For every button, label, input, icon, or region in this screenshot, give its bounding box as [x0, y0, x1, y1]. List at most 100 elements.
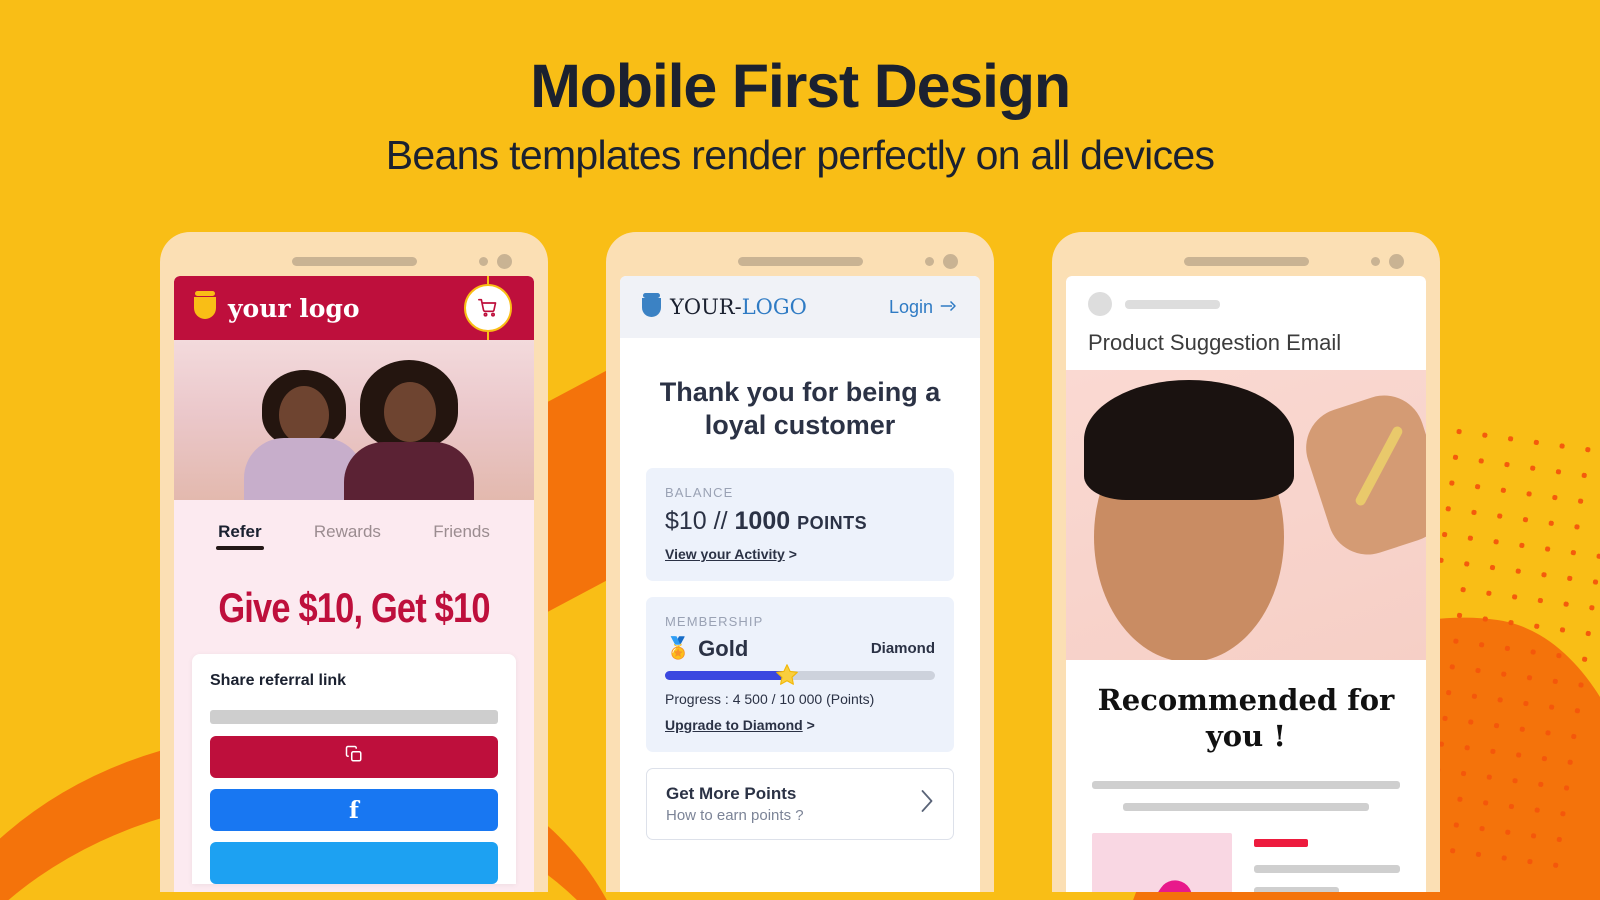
avatar [1088, 292, 1112, 317]
facebook-icon: f [349, 796, 359, 824]
upgrade-label: Upgrade to Diamond [665, 716, 803, 733]
model-hair [1084, 380, 1294, 501]
brand-logo-text: YOUR-LOGO [670, 295, 807, 319]
referral-app: your logo Refer Rewards Friends Give $10… [174, 276, 534, 893]
view-activity-label: View your Activity [665, 545, 785, 562]
phone-mockup-loyalty: YOUR-LOGO Login Thank you for being a lo… [606, 232, 994, 893]
page-subtitle: Beans templates render perfectly on all … [385, 132, 1215, 179]
view-activity-link[interactable]: View your Activity > [665, 546, 797, 562]
product-row[interactable] [1092, 832, 1400, 893]
share-facebook-button[interactable]: f [210, 789, 498, 832]
arrow-right-icon [940, 297, 958, 318]
copy-link-button[interactable] [210, 736, 498, 779]
camera-dot-large [943, 253, 958, 269]
product-placeholder-line-2 [1254, 886, 1339, 893]
product-placeholder-line-1 [1254, 864, 1400, 873]
cart-button[interactable] [464, 276, 512, 349]
loyalty-app: YOUR-LOGO Login Thank you for being a lo… [620, 276, 980, 893]
email-subject: Product Suggestion Email [1088, 330, 1342, 356]
camera-dots [1371, 253, 1404, 269]
app-header-bar: your logo [174, 276, 534, 349]
tab-rewards-label: Rewards [313, 522, 381, 542]
referral-headline: Give $10, Get $10 [218, 584, 490, 632]
email-sender-row [1088, 292, 1404, 317]
bean-logo-icon [194, 291, 216, 320]
product-info [1254, 833, 1400, 893]
tab-refer[interactable]: Refer [216, 522, 265, 551]
membership-progress-fill [665, 670, 787, 680]
speaker-grille [1183, 256, 1309, 266]
app-header-bar: YOUR-LOGO Login [620, 276, 980, 339]
lipstick-icon [1103, 873, 1199, 893]
email-headline: Recommended for you ! [1097, 683, 1395, 754]
shopping-cart-icon [464, 284, 512, 333]
brand-logo-text: your logo [228, 293, 360, 323]
login-label: Login [888, 296, 933, 317]
balance-card: BALANCE $10 // 1000 POINTS View your Act… [646, 467, 954, 581]
current-tier-label: Gold [698, 635, 749, 661]
upgrade-link[interactable]: Upgrade to Diamond > [665, 717, 815, 733]
product-image [1092, 832, 1232, 893]
login-button[interactable]: Login [889, 297, 958, 318]
balance-separator: // [713, 506, 728, 535]
hero-photo-model [1066, 370, 1426, 661]
tab-refer-label: Refer [218, 522, 262, 542]
camera-dots [479, 253, 512, 269]
page-header: Mobile First Design Beans templates rend… [0, 0, 1600, 179]
chevron-right-icon [921, 790, 934, 818]
copy-icon [345, 745, 363, 769]
phone-hardware-top [174, 246, 534, 276]
brand-logo[interactable]: YOUR-LOGO [642, 292, 807, 319]
get-more-points-card[interactable]: Get More Points How to earn points ? [646, 767, 954, 840]
medal-icon: 🏅 [665, 637, 692, 661]
share-card-title: Share referral link [210, 672, 347, 690]
phone-hardware-top [620, 246, 980, 276]
membership-card: MEMBERSHIP 🏅 Gold Diamond Progress: 4 5… [646, 596, 954, 752]
membership-tier-row: 🏅 Gold Diamond [665, 636, 935, 662]
balance-amount: $10 [665, 506, 707, 535]
speaker-grille [291, 256, 417, 266]
sender-placeholder-bar [1125, 299, 1220, 309]
balance-points: 1000 [734, 506, 791, 535]
camera-dot-large [497, 253, 512, 269]
progress-star-icon [774, 662, 800, 688]
body-placeholder-line-1 [1092, 780, 1400, 789]
get-more-points-title: Get More Points [666, 783, 797, 803]
tab-friends[interactable]: Friends [433, 522, 490, 550]
hero-person-right [344, 360, 474, 501]
get-more-points-subtitle: How to earn points ? [666, 806, 804, 824]
balance-points-unit: POINTS [797, 512, 868, 533]
phone-screen: YOUR-LOGO Login Thank you for being a lo… [620, 276, 980, 893]
membership-progress-bar [665, 664, 935, 686]
phone-screen: your logo Refer Rewards Friends Give $10… [174, 276, 534, 893]
camera-dot-small [1371, 256, 1380, 266]
speaker-grille [737, 256, 863, 266]
hero-photo-friends [174, 340, 534, 501]
share-twitter-button[interactable] [210, 842, 498, 885]
logo-prefix: YOUR- [670, 295, 742, 320]
upgrade-caret: > [806, 716, 815, 733]
product-price-bar [1254, 838, 1308, 847]
tab-friends-label: Friends [433, 522, 490, 542]
email-header: Product Suggestion Email [1066, 276, 1426, 371]
balance-label: BALANCE [665, 484, 734, 500]
phone-hardware-top [1066, 246, 1426, 276]
phone-mockup-referral: your logo Refer Rewards Friends Give $10… [160, 232, 548, 893]
loyalty-title: Thank you for being a loyal customer [659, 377, 941, 440]
body-placeholder-line-2 [1122, 802, 1370, 811]
phone-screen: Product Suggestion Email Recommended for… [1066, 276, 1426, 893]
phone-mockup-product-email: Product Suggestion Email Recommended for… [1052, 232, 1440, 893]
referral-link-input[interactable] [210, 710, 498, 725]
product-email-app: Product Suggestion Email Recommended for… [1066, 276, 1426, 893]
get-more-points-text: Get More Points How to earn points ? [666, 784, 804, 824]
tab-rewards[interactable]: Rewards [314, 522, 381, 550]
logo-suffix: LOGO [741, 295, 807, 320]
next-tier-label: Diamond [870, 640, 935, 658]
share-referral-card: Share referral link f [192, 654, 516, 885]
balance-value-row: $10 // 1000 POINTS [665, 507, 935, 536]
camera-dot-large [1389, 253, 1404, 269]
camera-dots [925, 253, 958, 269]
camera-dot-small [479, 256, 488, 266]
current-tier: 🏅 Gold [665, 636, 748, 662]
bean-logo-icon [642, 292, 661, 317]
